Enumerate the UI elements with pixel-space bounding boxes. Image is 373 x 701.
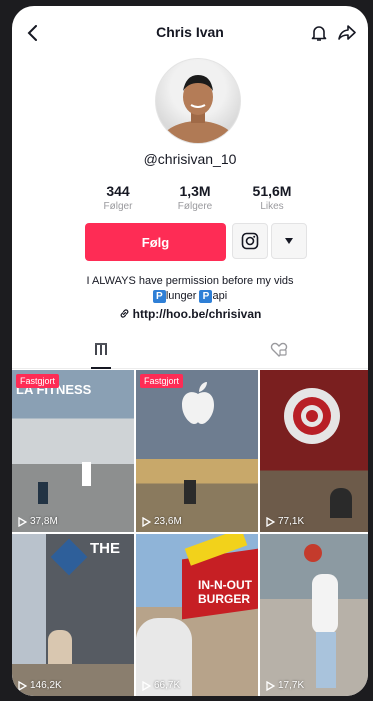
caret-down-icon xyxy=(285,238,293,244)
liked-heart-icon xyxy=(270,342,288,357)
view-count-value: 66,7K xyxy=(154,680,181,691)
person-figure xyxy=(330,488,352,518)
stat-followers[interactable]: 1,3M Følgere xyxy=(157,183,233,212)
video-thumbnail[interactable]: LA FITNESS Fastgjort 37,8M xyxy=(12,370,134,532)
play-icon xyxy=(266,516,275,527)
rose-flower xyxy=(304,544,322,562)
play-icon xyxy=(266,680,275,691)
profile-stats: 344 Følger 1,3M Følgere 51,6M Likes xyxy=(80,183,310,219)
view-count-value: 146,2K xyxy=(30,680,62,691)
bio-line-2: Plunger Papi xyxy=(12,289,368,304)
profile-tabs xyxy=(12,332,368,369)
play-icon xyxy=(142,680,151,691)
bio-word-1: lunger xyxy=(165,290,200,302)
avatar[interactable] xyxy=(155,58,241,144)
stat-followers-value: 1,3M xyxy=(179,183,211,199)
person-figure xyxy=(82,462,91,486)
video-grid: LA FITNESS Fastgjort 37,8M Fastgjort 23,… xyxy=(12,370,368,696)
bell-icon[interactable] xyxy=(308,22,330,44)
view-count: 146,2K xyxy=(18,680,62,691)
video-overlay-text: IN-N-OUT BURGER xyxy=(198,578,252,606)
view-count-value: 17,7K xyxy=(278,680,305,691)
username: @chrisivan_10 xyxy=(143,151,237,167)
stat-likes: 51,6M Likes xyxy=(234,183,310,212)
top-bar: Chris Ivan xyxy=(12,6,368,58)
phone-screen: Chris Ivan @chrisivan_10 344 Følger 1,3M… xyxy=(12,6,368,696)
tab-liked[interactable] xyxy=(190,332,368,368)
play-icon xyxy=(18,680,27,691)
view-count: 17,7K xyxy=(266,680,304,691)
stat-following-value: 344 xyxy=(106,183,130,199)
view-count-value: 23,6M xyxy=(154,516,182,527)
video-thumbnail[interactable]: THE 146,2K xyxy=(12,534,134,696)
bio-line-1: I ALWAYS have permission before my vids xyxy=(86,275,294,287)
stat-following-label: Følger xyxy=(103,201,133,212)
view-count: 77,1K xyxy=(266,516,304,527)
share-icon[interactable] xyxy=(336,22,358,44)
play-icon xyxy=(18,516,27,527)
view-count: 66,7K xyxy=(142,680,180,691)
letter-p-badge: P xyxy=(152,289,166,303)
active-tab-indicator xyxy=(91,367,111,369)
play-icon xyxy=(142,516,151,527)
stat-following[interactable]: 344 Følger xyxy=(80,183,156,212)
view-count: 23,6M xyxy=(142,516,182,527)
bio-word-2: api xyxy=(212,290,228,302)
pinned-badge: Fastgjort xyxy=(140,374,184,388)
topgolf-logo xyxy=(50,538,88,576)
letter-p-badge: P xyxy=(199,289,213,303)
tab-videos[interactable] xyxy=(12,332,190,369)
video-thumbnail[interactable]: 77,1K xyxy=(260,370,368,532)
view-count-value: 77,1K xyxy=(278,516,305,527)
target-logo-icon xyxy=(284,388,340,444)
video-thumbnail[interactable]: 17,7K xyxy=(260,534,368,696)
profile-link[interactable]: http://hoo.be/chrisivan xyxy=(12,307,368,321)
more-options-button[interactable] xyxy=(271,223,307,259)
person-legs xyxy=(316,632,336,688)
stat-likes-value: 51,6M xyxy=(252,183,292,199)
view-count-value: 37,8M xyxy=(30,516,58,527)
stat-followers-label: Følgere xyxy=(177,201,213,212)
profile-link-text: http://hoo.be/chrisivan xyxy=(132,307,262,321)
person-figure xyxy=(184,480,196,504)
person-figure xyxy=(312,574,338,634)
video-thumbnail[interactable]: IN-N-OUT BURGER 66,7K xyxy=(136,534,258,696)
grid-icon xyxy=(95,343,107,355)
pinned-badge: Fastgjort xyxy=(16,374,60,388)
person-figure xyxy=(38,482,48,504)
view-count: 37,8M xyxy=(18,516,58,527)
apple-logo-icon xyxy=(182,382,214,424)
instagram-icon xyxy=(241,232,259,250)
follow-button[interactable]: Følg xyxy=(85,223,226,261)
video-overlay-text: THE xyxy=(90,540,120,557)
instagram-button[interactable] xyxy=(232,223,268,259)
link-icon xyxy=(120,309,129,318)
stat-likes-label: Likes xyxy=(260,201,284,212)
bio: I ALWAYS have permission before my vids … xyxy=(12,274,368,304)
video-thumbnail[interactable]: Fastgjort 23,6M xyxy=(136,370,258,532)
